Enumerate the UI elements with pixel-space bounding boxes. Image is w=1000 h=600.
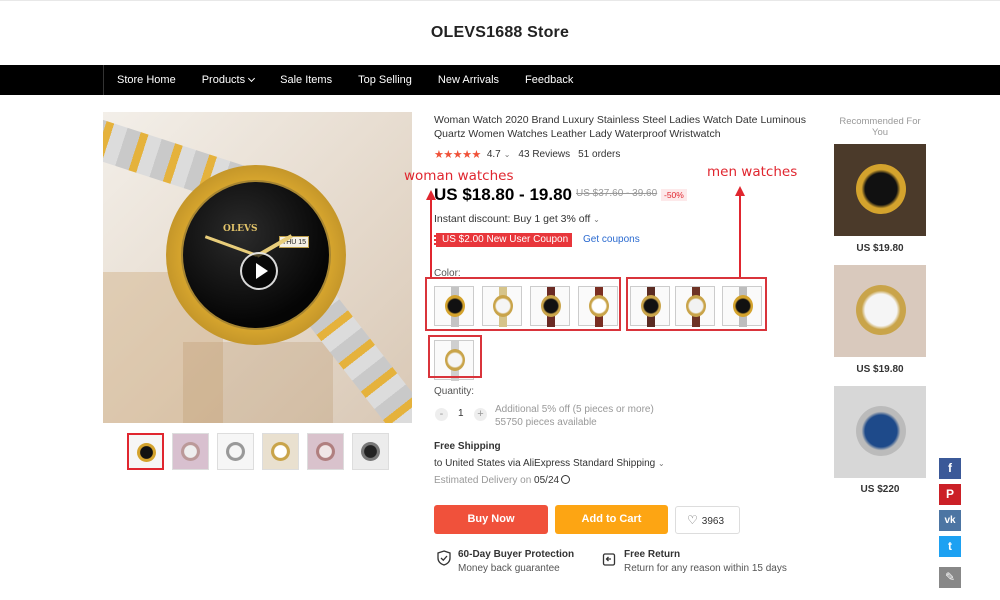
main-product-image[interactable]: OLEVS THU 15 (103, 112, 412, 423)
vk-share-icon[interactable]: vk (939, 510, 961, 531)
thumbnail[interactable] (262, 433, 299, 470)
instant-discount[interactable]: Instant discount: Buy 1 get 3% off ⌄ (434, 213, 600, 225)
rating-row: ★★★★★ 4.7 ⌄ 43 Reviews 51 orders (434, 148, 620, 161)
nav-sale-items[interactable]: Sale Items (267, 65, 345, 95)
orders-count: 51 orders (578, 149, 621, 160)
annotation-arrow-head (735, 186, 745, 196)
woman-watches-highlight-box (425, 277, 621, 331)
top-border (0, 0, 1000, 4)
bulk-discount-text: Additional 5% off (5 pieces or more) (495, 404, 654, 415)
get-coupons-link[interactable]: Get coupons (583, 234, 640, 245)
twitter-share-icon[interactable]: t (939, 536, 961, 557)
annotation-arrow (430, 200, 432, 277)
discount-badge: -50% (661, 189, 687, 201)
rating-value[interactable]: 4.7 (487, 149, 501, 160)
free-return-title: Free Return (624, 549, 681, 560)
shield-icon (437, 550, 451, 566)
add-to-cart-button[interactable]: Add to Cart (555, 505, 668, 534)
recommended-title: Recommended For You (839, 116, 921, 138)
quantity-minus-button[interactable]: - (435, 408, 448, 421)
rating-stars: ★★★★★ (434, 149, 481, 161)
recommended-item-image[interactable] (834, 265, 926, 357)
return-icon (602, 553, 616, 566)
estimated-delivery: Estimated Delivery on 05/24 (434, 475, 571, 486)
facebook-share-icon[interactable]: f (939, 458, 961, 479)
thumbnail[interactable] (352, 433, 389, 470)
pinterest-share-icon[interactable]: P (939, 484, 961, 505)
price: US $18.80 - 19.80 (434, 185, 572, 204)
thumbnail-watch (316, 442, 335, 461)
thumbnail-watch (271, 442, 290, 461)
woman-watches-highlight-box (428, 335, 482, 378)
store-navbar: Store Home Products Sale Items Top Selli… (0, 65, 1000, 95)
background-glass (183, 342, 333, 423)
shipping-title: Free Shipping (434, 441, 501, 452)
nav-feedback[interactable]: Feedback (512, 65, 586, 95)
thumbnail-watch (181, 442, 200, 461)
original-price: US $37.60 - 39.60 (576, 188, 658, 199)
wishlist-button[interactable]: ♡ 3963 (675, 506, 740, 534)
annotation-arrow-head (426, 190, 436, 200)
recommended-item-price[interactable]: US $19.80 (834, 243, 926, 254)
recommended-watch (856, 164, 906, 214)
wishlist-count: 3963 (701, 516, 725, 527)
annotation-arrow (739, 196, 741, 277)
shipping-method-label: to United States via AliExpress Standard… (434, 458, 656, 469)
thumbnail-watch (226, 442, 245, 461)
buyer-protection-subtitle: Money back guarantee (458, 563, 560, 574)
nav-products-label: Products (201, 74, 246, 86)
chevron-down-icon[interactable]: ⌄ (504, 150, 511, 159)
estimated-delivery-label: Estimated Delivery on (434, 475, 532, 486)
chevron-down-icon: ⌄ (593, 215, 600, 224)
product-title: Woman Watch 2020 Brand Luxury Stainless … (434, 114, 806, 140)
quantity-label: Quantity: (434, 386, 475, 397)
heart-icon: ♡ (687, 513, 698, 527)
buy-now-button[interactable]: Buy Now (434, 505, 548, 534)
recommended-item-image[interactable] (834, 144, 926, 236)
recommended-item-image[interactable] (834, 386, 926, 478)
new-user-coupon[interactable]: US $2.00 New User Coupon (434, 233, 573, 247)
thumbnail-strip (127, 433, 389, 470)
thumbnail-watch (137, 443, 156, 462)
store-title[interactable]: OLEVS1688 Store (0, 24, 1000, 42)
chevron-down-icon: ⌄ (658, 459, 665, 468)
play-icon[interactable] (240, 252, 278, 290)
recommended-watch (856, 406, 906, 456)
woman-watches-annotation: woman watches (404, 168, 514, 184)
recommended-watch (856, 285, 906, 335)
quantity-input[interactable]: 1 (458, 408, 464, 419)
thumbnail[interactable] (307, 433, 344, 470)
reviews-link[interactable]: 43 Reviews (518, 149, 570, 160)
recommended-item-price[interactable]: US $220 (834, 484, 926, 495)
thumbnail[interactable] (127, 433, 164, 470)
quantity-plus-button[interactable]: + (474, 408, 487, 421)
men-watches-annotation: men watches (707, 164, 798, 180)
chevron-down-icon (248, 74, 256, 83)
thumbnail[interactable] (172, 433, 209, 470)
recommended-item-price[interactable]: US $19.80 (834, 364, 926, 375)
quantity-info: Additional 5% off (5 pieces or more) 557… (495, 403, 654, 429)
men-watches-highlight-box (626, 277, 767, 331)
estimated-delivery-date: 05/24 (534, 475, 560, 486)
clock-icon[interactable] (561, 475, 571, 484)
instant-discount-label: Instant discount: Buy 1 get 3% off (434, 213, 591, 225)
nav-inner: Store Home Products Sale Items Top Selli… (103, 65, 1000, 95)
nav-store-home[interactable]: Store Home (104, 65, 189, 95)
edit-icon[interactable]: ✎ (939, 567, 961, 588)
free-return-subtitle: Return for any reason within 15 days (624, 563, 787, 574)
stock-available-text: 55750 pieces available (495, 417, 597, 428)
dial-logo: OLEVS (223, 224, 258, 234)
shipping-method[interactable]: to United States via AliExpress Standard… (434, 458, 665, 469)
thumbnail-watch (361, 442, 380, 461)
nav-top-selling[interactable]: Top Selling (345, 65, 425, 95)
nav-products[interactable]: Products (189, 65, 267, 95)
nav-new-arrivals[interactable]: New Arrivals (425, 65, 512, 95)
buyer-protection-title: 60-Day Buyer Protection (458, 549, 575, 560)
thumbnail[interactable] (217, 433, 254, 470)
